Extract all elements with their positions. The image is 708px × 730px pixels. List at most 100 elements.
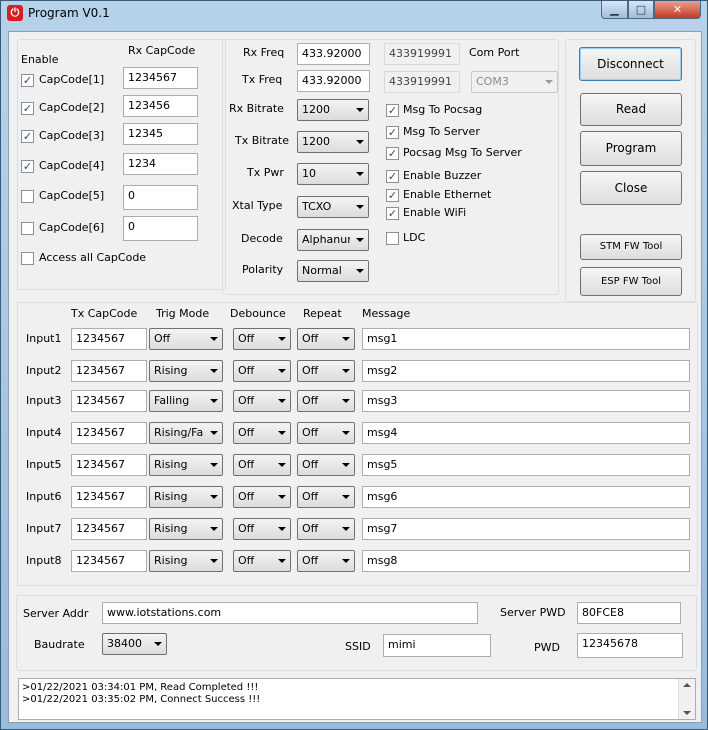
input-6-debounce-select[interactable]: Off xyxy=(233,486,291,508)
capcode-6-field[interactable]: 0 xyxy=(123,216,198,241)
capcode-3-checkbox[interactable]: ✓ xyxy=(21,130,34,143)
enable-wifi-checkbox[interactable]: ✓ xyxy=(386,207,399,220)
tx-pwr-select[interactable]: 10 xyxy=(297,163,369,185)
pwd-label: PWD xyxy=(534,641,560,654)
input-1-debounce-select[interactable]: Off xyxy=(233,328,291,350)
read-button[interactable]: Read xyxy=(580,93,682,126)
input-1-repeat-select[interactable]: Off xyxy=(297,328,355,350)
input-1-message-field[interactable]: msg1 xyxy=(362,328,690,350)
ldc-checkbox[interactable] xyxy=(386,232,399,245)
capcode-4-checkbox[interactable]: ✓ xyxy=(21,160,34,173)
server-addr-field[interactable]: www.iotstations.com xyxy=(102,602,478,624)
input-5-repeat-select[interactable]: Off xyxy=(297,454,355,476)
input-8-repeat-select[interactable]: Off xyxy=(297,550,355,572)
close-button[interactable]: Close xyxy=(580,171,682,205)
tx-bitrate-select[interactable]: 1200 xyxy=(297,131,369,153)
msg-to-pocsag-checkbox[interactable]: ✓ xyxy=(386,104,399,117)
client-area: Enable Rx CapCode ✓ CapCode[1] 1234567 ✓ Cap… xyxy=(8,31,702,723)
input-3-tx-capcode-field[interactable]: 1234567 xyxy=(71,390,147,412)
msg-to-server-checkbox[interactable]: ✓ xyxy=(386,126,399,139)
chevron-down-icon xyxy=(342,337,350,341)
input-8-debounce-select[interactable]: Off xyxy=(233,550,291,572)
ssid-field[interactable]: mimi xyxy=(383,634,491,657)
capcode-4-field[interactable]: 1234 xyxy=(123,153,198,175)
capcode-2-checkbox[interactable]: ✓ xyxy=(21,102,34,115)
capcode-3-field[interactable]: 12345 xyxy=(123,123,198,145)
input-7-message-field[interactable]: msg7 xyxy=(362,518,690,540)
input-4-debounce-select[interactable]: Off xyxy=(233,422,291,444)
input-6-trig-mode-select[interactable]: Rising xyxy=(149,486,223,508)
program-button[interactable]: Program xyxy=(580,131,682,166)
input-8-trig-mode-select[interactable]: Rising xyxy=(149,550,223,572)
esp-fw-tool-button[interactable]: ESP FW Tool xyxy=(580,267,682,296)
input-7-repeat-select[interactable]: Off xyxy=(297,518,355,540)
input-2-trig-mode-select-value: Rising xyxy=(154,364,188,377)
input-5-trig-mode-select[interactable]: Rising xyxy=(149,454,223,476)
chevron-down-icon xyxy=(154,642,162,646)
input-4-trig-mode-select[interactable]: Rising/Fa xyxy=(149,422,223,444)
input-5-message-field[interactable]: msg5 xyxy=(362,454,690,476)
inputs-group: Tx CapCode Trig Mode Debounce Repeat Mes… xyxy=(17,302,698,586)
enable-ethernet-checkbox[interactable]: ✓ xyxy=(386,189,399,202)
input-2-repeat-select-value: Off xyxy=(302,364,319,377)
decode-select[interactable]: Alphanur xyxy=(297,229,369,251)
capcode-1-checkbox[interactable]: ✓ xyxy=(21,74,34,87)
input-4-tx-capcode-field[interactable]: 1234567 xyxy=(71,422,147,444)
input-1-trig-mode-select[interactable]: Off xyxy=(149,328,223,350)
capcode-6-checkbox[interactable] xyxy=(21,222,34,235)
server-pwd-field[interactable]: 80FCE8 xyxy=(577,602,681,624)
input-2-debounce-select[interactable]: Off xyxy=(233,360,291,382)
tx-freq-field[interactable]: 433.92000 xyxy=(297,70,370,92)
pwd-field[interactable]: 12345678 xyxy=(577,633,683,658)
input-8-message-field[interactable]: msg8 xyxy=(362,550,690,572)
input-2-repeat-select[interactable]: Off xyxy=(297,360,355,382)
access-all-checkbox[interactable] xyxy=(21,252,34,265)
input-7-tx-capcode-field[interactable]: 1234567 xyxy=(71,518,147,540)
input-5-tx-capcode-field[interactable]: 1234567 xyxy=(71,454,147,476)
capcode-5-field[interactable]: 0 xyxy=(123,185,198,210)
log-scrollbar[interactable] xyxy=(678,679,695,719)
xtal-type-select[interactable]: TCXO xyxy=(297,196,369,218)
input-3-debounce-select[interactable]: Off xyxy=(233,390,291,412)
input-4-repeat-select[interactable]: Off xyxy=(297,422,355,444)
actions-group: Disconnect Read Program Close STM FW Too… xyxy=(565,39,696,302)
input-8-tx-capcode-field[interactable]: 1234567 xyxy=(71,550,147,572)
input-2-trig-mode-select[interactable]: Rising xyxy=(149,360,223,382)
input-3-repeat-select[interactable]: Off xyxy=(297,390,355,412)
capcode-group: Enable Rx CapCode ✓ CapCode[1] 1234567 ✓ Cap… xyxy=(17,39,226,290)
capcode-1-field[interactable]: 1234567 xyxy=(123,67,198,89)
input-7-trig-mode-select[interactable]: Rising xyxy=(149,518,223,540)
input-5-debounce-select[interactable]: Off xyxy=(233,454,291,476)
disconnect-button[interactable]: Disconnect xyxy=(579,47,682,81)
close-window-button[interactable]: ✕ xyxy=(654,1,701,19)
log-output[interactable]: >01/22/2021 03:34:01 PM, Read Completed … xyxy=(18,678,696,720)
input-6-tx-capcode-field[interactable]: 1234567 xyxy=(71,486,147,508)
input-6-message-field[interactable]: msg6 xyxy=(362,486,690,508)
input-4-message-field[interactable]: msg4 xyxy=(362,422,690,444)
pocsag-msg-to-server-checkbox[interactable]: ✓ xyxy=(386,147,399,160)
input-7-repeat-select-value: Off xyxy=(302,522,319,535)
input-1-tx-capcode-field[interactable]: 1234567 xyxy=(71,328,147,350)
input-3-trig-mode-select[interactable]: Falling xyxy=(149,390,223,412)
input-6-debounce-select-value: Off xyxy=(238,490,255,503)
maximize-button[interactable]: □ xyxy=(628,1,654,19)
input-2-message-field[interactable]: msg2 xyxy=(362,360,690,382)
input-6-repeat-select[interactable]: Off xyxy=(297,486,355,508)
polarity-select[interactable]: Normal xyxy=(297,260,369,282)
input-3-message-field[interactable]: msg3 xyxy=(362,390,690,412)
chevron-down-icon xyxy=(342,559,350,563)
minimize-button[interactable]: ▁ xyxy=(601,1,628,19)
scroll-down-icon[interactable] xyxy=(683,711,691,715)
title-bar[interactable]: ⏻ Program V0.1 ▁ □ ✕ xyxy=(1,1,707,25)
input-7-debounce-select[interactable]: Off xyxy=(233,518,291,540)
chevron-down-icon xyxy=(210,527,218,531)
enable-buzzer-checkbox[interactable]: ✓ xyxy=(386,170,399,183)
input-2-tx-capcode-field[interactable]: 1234567 xyxy=(71,360,147,382)
capcode-5-checkbox[interactable] xyxy=(21,190,34,203)
scroll-up-icon[interactable] xyxy=(683,683,691,687)
capcode-2-field[interactable]: 123456 xyxy=(123,95,198,117)
rx-freq-field[interactable]: 433.92000 xyxy=(297,43,370,65)
rx-bitrate-select[interactable]: 1200 xyxy=(297,99,369,121)
baudrate-select[interactable]: 38400 xyxy=(102,633,167,655)
stm-fw-tool-button[interactable]: STM FW Tool xyxy=(580,234,682,260)
